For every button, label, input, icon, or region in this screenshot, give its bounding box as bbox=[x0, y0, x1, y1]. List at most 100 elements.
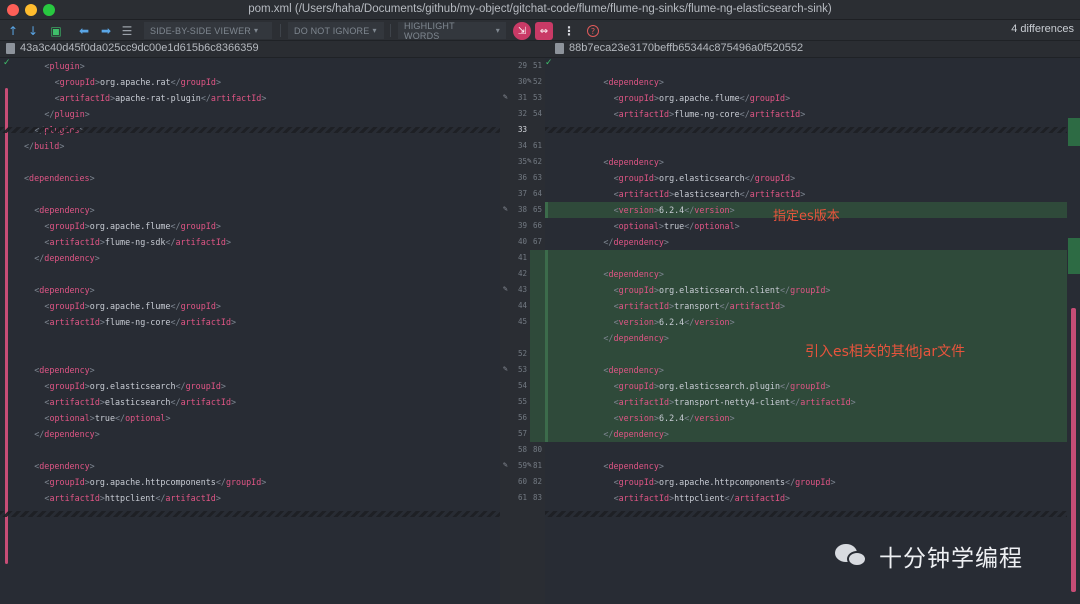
code-line[interactable]: <version>6.2.4</version> bbox=[545, 410, 1067, 426]
code-line[interactable]: <groupId>org.apache.flume</groupId> bbox=[0, 218, 500, 234]
code-line[interactable] bbox=[545, 58, 1067, 74]
code-line[interactable]: <dependency> bbox=[545, 74, 1067, 90]
code-line[interactable]: <artifactId>transport</artifactId> bbox=[545, 298, 1067, 314]
revert-change-icon[interactable]: ✎ bbox=[503, 204, 508, 213]
highlight-mode-dropdown[interactable]: HIGHLIGHT WORDS ▾ bbox=[398, 21, 506, 41]
xml-bracket: </ bbox=[603, 429, 614, 439]
xml-bracket: > bbox=[790, 173, 796, 183]
viewer-mode-dropdown[interactable]: SIDE-BY-SIDE VIEWER ▾ bbox=[144, 22, 272, 39]
code-line[interactable]: </dependency> bbox=[0, 250, 500, 266]
code-line[interactable]: <artifactId>flume-ng-core</artifactId> bbox=[0, 314, 500, 330]
code-line[interactable]: </dependency> bbox=[545, 234, 1067, 250]
code-line[interactable]: <artifactId>httpclient</artifactId> bbox=[0, 490, 500, 506]
code-line[interactable]: <groupId>org.elasticsearch</groupId> bbox=[0, 378, 500, 394]
gutter-line: 32 54 bbox=[500, 106, 545, 122]
title-bar: pom.xml (/Users/haha/Documents/github/my… bbox=[0, 0, 1080, 20]
left-code-pane[interactable]: <plugin> <groupId>org.apache.rat</groupId… bbox=[0, 58, 500, 604]
code-line[interactable]: <dependencies> bbox=[0, 170, 500, 186]
forward-arrow-icon[interactable]: ➡ bbox=[98, 23, 114, 38]
annotate-icon[interactable]: ✎ bbox=[527, 460, 532, 469]
xml-tag-name: plugin bbox=[54, 109, 85, 119]
xml-text: 6.2.4 bbox=[658, 317, 685, 327]
code-line[interactable]: </dependency> bbox=[0, 426, 500, 442]
code-line[interactable]: <dependency> bbox=[0, 458, 500, 474]
next-difference-icon[interactable]: ↓ bbox=[25, 23, 41, 38]
code-line[interactable]: <groupId>org.elasticsearch.client</group… bbox=[545, 282, 1067, 298]
code-line[interactable] bbox=[0, 154, 500, 170]
code-line[interactable]: <optional>true</optional> bbox=[0, 410, 500, 426]
list-icon[interactable]: ☰ bbox=[119, 23, 135, 38]
code-line[interactable]: <artifactId>flume-ng-sdk</artifactId> bbox=[0, 234, 500, 250]
gutter-line: 30 52 ✎ bbox=[500, 74, 545, 90]
code-line[interactable] bbox=[0, 346, 500, 362]
code-line[interactable]: <artifactId>transport-netty4-client</art… bbox=[545, 394, 1067, 410]
code-line[interactable] bbox=[0, 442, 500, 458]
folded-region[interactable] bbox=[545, 127, 1067, 133]
code-line[interactable] bbox=[545, 138, 1067, 154]
code-line[interactable]: <dependency> bbox=[545, 154, 1067, 170]
code-line[interactable]: <artifactId>httpclient</artifactId> bbox=[545, 490, 1067, 506]
code-line[interactable] bbox=[0, 186, 500, 202]
xml-text: apache-rat-plugin bbox=[115, 93, 201, 103]
folded-region[interactable] bbox=[0, 127, 500, 133]
code-line[interactable]: <dependency> bbox=[0, 282, 500, 298]
code-line[interactable]: <dependency> bbox=[0, 362, 500, 378]
code-line[interactable]: <dependency> bbox=[0, 202, 500, 218]
revert-change-icon[interactable]: ✎ bbox=[503, 284, 508, 293]
sync-scroll-icon[interactable]: ⇔ bbox=[535, 22, 553, 40]
code-line[interactable]: <groupId>org.apache.rat</groupId> bbox=[0, 74, 500, 90]
code-line[interactable]: <version>6.2.4</version> bbox=[545, 314, 1067, 330]
code-line[interactable]: <artifactId>elasticsearch</artifactId> bbox=[0, 394, 500, 410]
code-line[interactable]: <dependency> bbox=[545, 362, 1067, 378]
code-line[interactable]: <groupId>org.apache.flume</groupId> bbox=[0, 298, 500, 314]
code-line[interactable]: <dependency> bbox=[545, 458, 1067, 474]
revert-change-icon[interactable]: ✎ bbox=[503, 364, 508, 373]
xml-tag-name: dependency bbox=[613, 237, 664, 247]
back-arrow-icon[interactable]: ⬅ bbox=[76, 23, 92, 38]
code-line[interactable]: </build> bbox=[0, 138, 500, 154]
code-line[interactable] bbox=[0, 330, 500, 346]
revert-change-icon[interactable]: ✎ bbox=[503, 92, 508, 101]
revert-change-icon[interactable]: ✎ bbox=[503, 460, 508, 469]
annotate-icon[interactable]: ✎ bbox=[527, 156, 532, 165]
xml-bracket: > bbox=[729, 413, 735, 423]
xml-text: org.elasticsearch.plugin bbox=[658, 381, 780, 391]
collapse-unchanged-icon[interactable]: ⇲ bbox=[513, 22, 531, 40]
left-line-number: 61 bbox=[517, 493, 527, 502]
code-line[interactable] bbox=[545, 250, 1067, 266]
code-line[interactable]: <dependency> bbox=[545, 266, 1067, 282]
folded-region[interactable] bbox=[545, 511, 1067, 517]
xml-bracket: </ bbox=[200, 93, 211, 103]
code-line[interactable]: <plugin> bbox=[0, 58, 500, 74]
help-icon[interactable]: ? bbox=[587, 25, 599, 37]
code-line[interactable]: <artifactId>apache-rat-plugin</artifactI… bbox=[0, 90, 500, 106]
code-line[interactable]: </dependency> bbox=[545, 426, 1067, 442]
right-code-pane[interactable]: <dependency> <groupId>org.apache.flume</g… bbox=[545, 58, 1067, 604]
more-options-icon[interactable]: ⋮ bbox=[561, 23, 577, 38]
code-line[interactable]: <artifactId>flume-ng-core</artifactId> bbox=[545, 106, 1067, 122]
xml-bracket: </ bbox=[170, 397, 181, 407]
xml-text: transport-netty4-client bbox=[674, 397, 791, 407]
previous-difference-icon[interactable]: ↑ bbox=[5, 23, 21, 38]
code-line[interactable] bbox=[545, 442, 1067, 458]
gutter-line: 59 81 ✎ ✎ bbox=[500, 458, 545, 474]
xml-bracket: </ bbox=[739, 93, 750, 103]
xml-tag-name: groupId bbox=[180, 77, 216, 87]
folded-region[interactable] bbox=[0, 511, 500, 517]
xml-bracket: > bbox=[785, 493, 791, 503]
code-line[interactable] bbox=[0, 266, 500, 282]
code-line[interactable]: <groupId>org.apache.flume</groupId> bbox=[545, 90, 1067, 106]
xml-bracket: </ bbox=[603, 333, 614, 343]
right-scrollbar[interactable] bbox=[1071, 308, 1076, 592]
code-line[interactable]: <groupId>org.elasticsearch.plugin</group… bbox=[545, 378, 1067, 394]
code-line[interactable]: <artifactId>elasticsearch</artifactId> bbox=[545, 186, 1067, 202]
left-line-number: 30 bbox=[517, 77, 527, 86]
code-line[interactable]: <groupId>org.elasticsearch</groupId> bbox=[545, 170, 1067, 186]
annotate-icon[interactable]: ✎ bbox=[527, 76, 532, 85]
xml-tag-name: artifactId bbox=[49, 317, 100, 327]
ignore-mode-dropdown[interactable]: DO NOT IGNORE ▾ bbox=[288, 22, 384, 39]
code-line[interactable]: <groupId>org.apache.httpcomponents</grou… bbox=[0, 474, 500, 490]
edit-file-icon[interactable]: ▣ bbox=[48, 23, 64, 38]
code-line[interactable]: <groupId>org.apache.httpcomponents</grou… bbox=[545, 474, 1067, 490]
code-line[interactable]: </plugin> bbox=[0, 106, 500, 122]
